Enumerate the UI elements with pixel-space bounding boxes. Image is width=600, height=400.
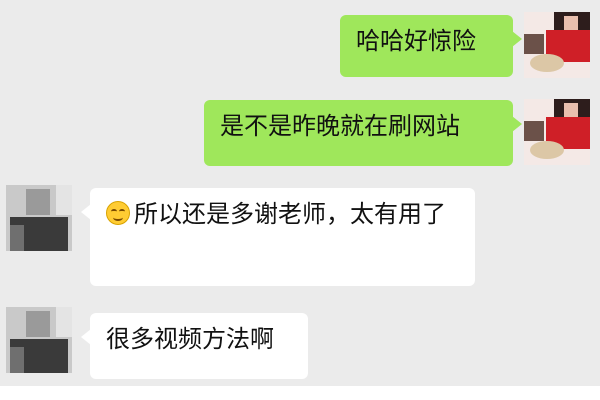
message-text: 所以还是多谢老师，太有用了 (134, 200, 446, 228)
message-text: 是不是昨晚就在刷网站 (220, 112, 460, 140)
message-bubble[interactable]: 是不是昨晚就在刷网站 (204, 100, 522, 166)
avatar[interactable] (6, 185, 72, 251)
message-bubble[interactable]: 哈哈好惊险 (340, 15, 522, 77)
smile-emoji-icon (106, 201, 130, 225)
message-text: 很多视频方法啊 (106, 325, 274, 353)
chat-area: 哈哈好惊险 是不是昨晚就在刷网站 所以还是多谢老师，太有用了 很多视频方法啊 (0, 0, 600, 386)
message-bubble[interactable]: 很多视频方法啊 (81, 313, 308, 379)
avatar[interactable] (524, 99, 590, 165)
message-bubble[interactable]: 所以还是多谢老师，太有用了 (81, 188, 475, 286)
avatar[interactable] (6, 307, 72, 373)
avatar[interactable] (524, 12, 590, 78)
message-text: 哈哈好惊险 (356, 27, 476, 55)
